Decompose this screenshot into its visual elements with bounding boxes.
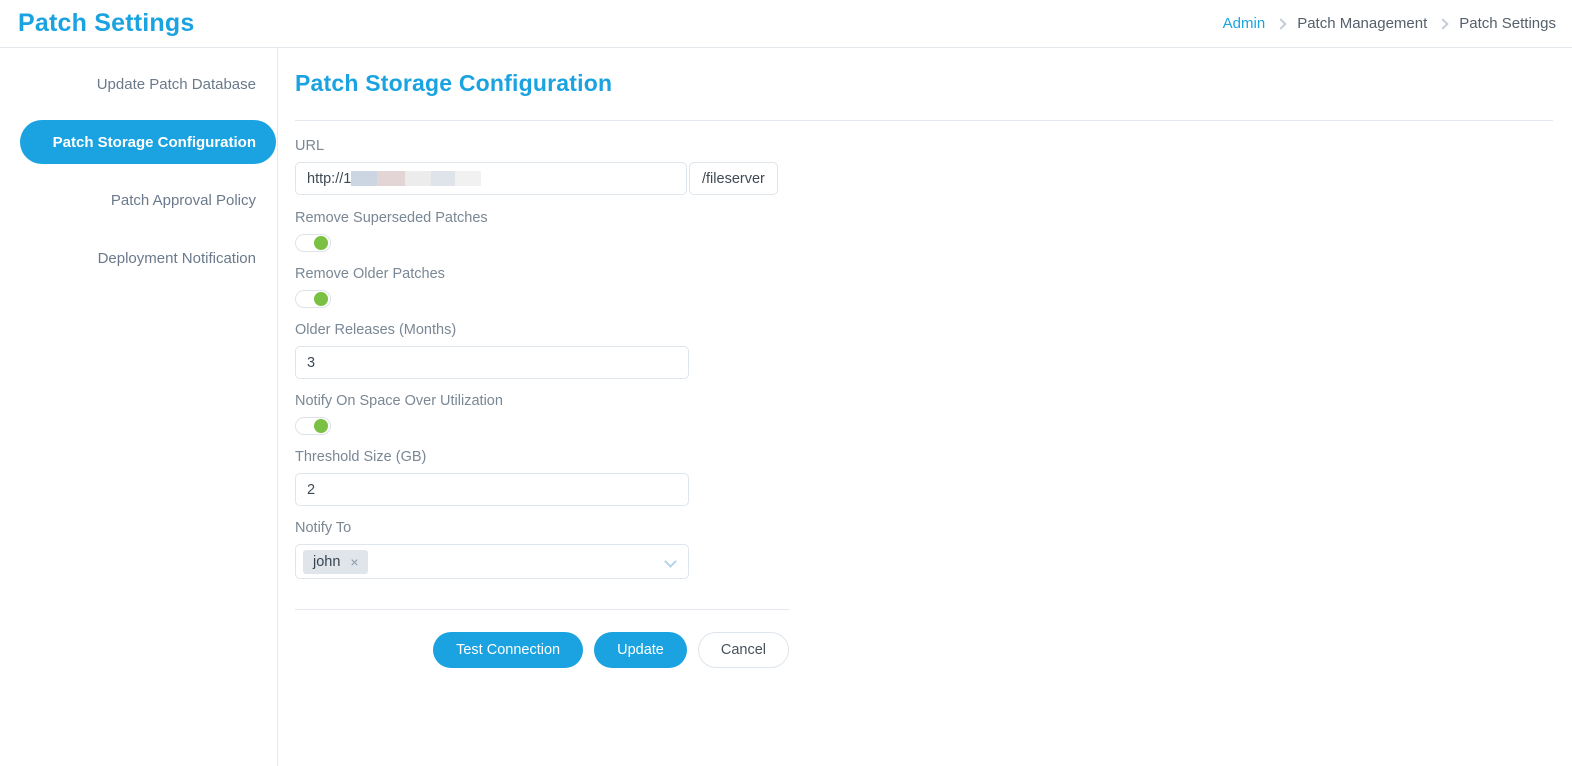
notify-space-label: Notify On Space Over Utilization [295, 393, 503, 409]
threshold-size-label: Threshold Size (GB) [295, 449, 427, 465]
patch-storage-form: URL http://1 /fileserver Remove Supersed [295, 138, 789, 668]
url-label: URL [295, 138, 325, 154]
chevron-right-icon [1437, 17, 1449, 30]
chevron-down-icon[interactable] [664, 555, 677, 568]
notify-space-field: Notify On Space Over Utilization [295, 393, 789, 435]
cancel-button[interactable]: Cancel [697, 632, 789, 668]
url-input-value: http://1 [307, 170, 352, 187]
breadcrumb-item-admin[interactable]: Admin [1223, 15, 1266, 32]
notify-to-chip-label: john [313, 553, 341, 570]
threshold-size-input[interactable]: 2 [295, 473, 689, 506]
toggle-knob [314, 419, 328, 433]
notify-to-select[interactable]: john × [295, 544, 689, 579]
close-icon[interactable]: × [350, 555, 358, 569]
chevron-right-icon [1275, 17, 1287, 30]
test-connection-button[interactable]: Test Connection [433, 632, 584, 668]
remove-older-toggle[interactable] [295, 290, 331, 308]
page-layout: Update Patch Database Patch Storage Conf… [0, 48, 1572, 766]
notify-to-field: Notify To john × [295, 520, 789, 579]
form-divider [295, 609, 789, 610]
notify-space-toggle[interactable] [295, 417, 331, 435]
sidebar-item-update-patch-database[interactable]: Update Patch Database [20, 62, 276, 106]
update-button[interactable]: Update [594, 632, 687, 668]
breadcrumb-item-patch-settings: Patch Settings [1459, 15, 1556, 32]
notify-to-label: Notify To [295, 520, 352, 536]
url-input-group: http://1 /fileserver [295, 162, 789, 195]
settings-content: Patch Storage Configuration URL http://1… [278, 48, 1572, 766]
older-releases-input[interactable]: 3 [295, 346, 689, 379]
section-divider [295, 120, 1553, 121]
settings-sidebar: Update Patch Database Patch Storage Conf… [0, 48, 278, 766]
sidebar-item-deployment-notification[interactable]: Deployment Notification [20, 236, 276, 280]
top-bar: Patch Settings Admin Patch Management Pa… [0, 0, 1572, 48]
section-title: Patch Storage Configuration [295, 70, 613, 96]
form-actions: Test Connection Update Cancel [295, 632, 789, 668]
sidebar-item-patch-storage-configuration[interactable]: Patch Storage Configuration [20, 120, 276, 164]
toggle-knob [314, 236, 328, 250]
older-releases-field: Older Releases (Months) 3 [295, 322, 789, 379]
redacted-host-overlay [351, 171, 482, 186]
breadcrumb-item-patch-management[interactable]: Patch Management [1297, 15, 1427, 32]
url-input[interactable]: http://1 [295, 162, 687, 195]
toggle-knob [314, 292, 328, 306]
url-suffix-addon: /fileserver [689, 162, 778, 195]
remove-superseded-toggle[interactable] [295, 234, 331, 252]
remove-older-label: Remove Older Patches [295, 266, 445, 282]
sidebar-item-patch-approval-policy[interactable]: Patch Approval Policy [20, 178, 276, 222]
remove-superseded-label: Remove Superseded Patches [295, 210, 488, 226]
notify-to-chip: john × [303, 549, 368, 574]
remove-older-field: Remove Older Patches [295, 266, 789, 308]
threshold-size-field: Threshold Size (GB) 2 [295, 449, 789, 506]
remove-superseded-field: Remove Superseded Patches [295, 210, 789, 252]
breadcrumb: Admin Patch Management Patch Settings [1223, 15, 1556, 32]
page-title: Patch Settings [18, 9, 195, 37]
older-releases-label: Older Releases (Months) [295, 322, 457, 338]
